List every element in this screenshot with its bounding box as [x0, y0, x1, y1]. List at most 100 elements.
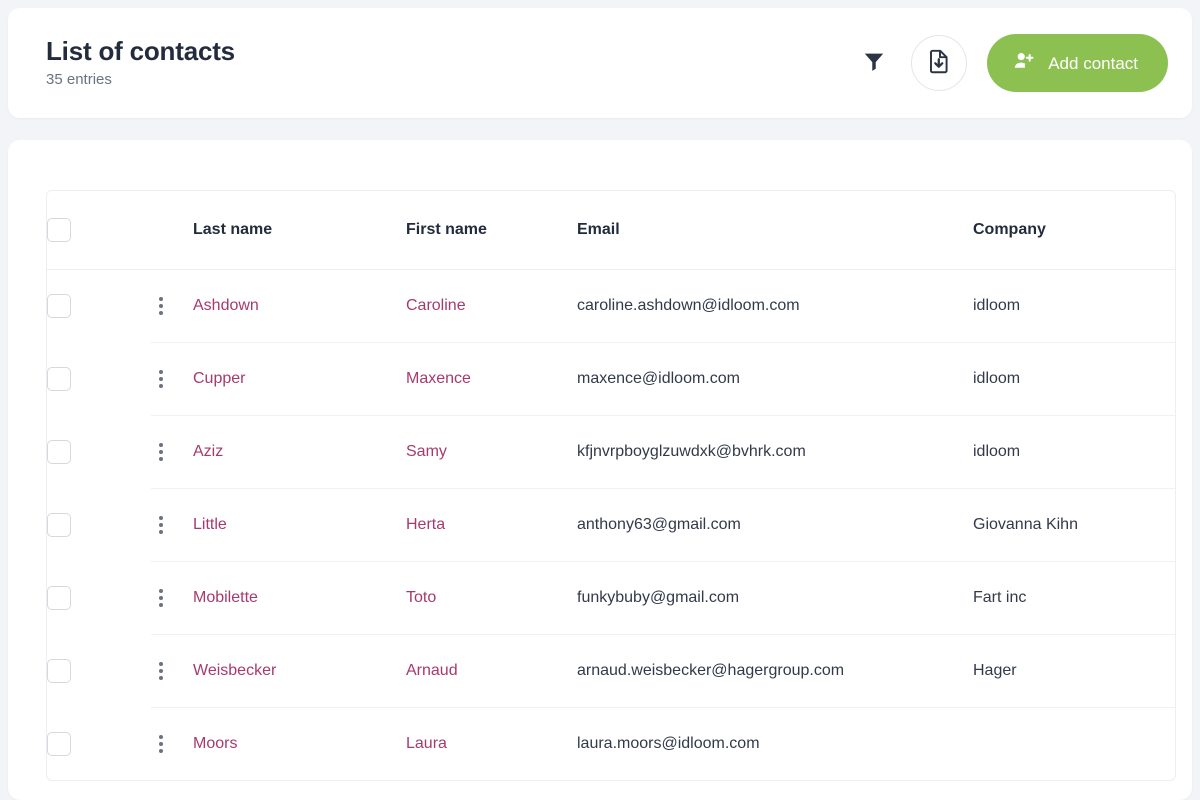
- cell-last-name: Little: [193, 488, 406, 561]
- row-menu-cell: [151, 707, 193, 780]
- row-select-cell: [47, 634, 151, 707]
- row-checkbox[interactable]: [47, 294, 71, 318]
- table-row: Mobilette Toto funkybuby@gmail.com Fart …: [47, 561, 1176, 634]
- row-menu-header: [151, 191, 193, 269]
- row-actions-menu-icon[interactable]: [151, 297, 171, 315]
- row-checkbox[interactable]: [47, 440, 71, 464]
- last-name-link[interactable]: Little: [193, 516, 227, 533]
- cell-company: idloom: [973, 342, 1176, 415]
- page-title: List of contacts: [46, 37, 235, 66]
- cell-last-name: Mobilette: [193, 561, 406, 634]
- table-row: Ashdown Caroline caroline.ashdown@idloom…: [47, 269, 1176, 342]
- row-checkbox[interactable]: [47, 732, 71, 756]
- cell-first-name: Samy: [406, 415, 577, 488]
- cell-email: laura.moors@idloom.com: [577, 707, 973, 780]
- last-name-link[interactable]: Weisbecker: [193, 662, 276, 679]
- row-menu-cell: [151, 561, 193, 634]
- contacts-table-wrapper: Last name First name Email Company Ashdo…: [46, 190, 1176, 781]
- cell-company: Giovanna Kihn: [973, 488, 1176, 561]
- title-block: List of contacts 35 entries: [46, 37, 235, 90]
- row-select-cell: [47, 707, 151, 780]
- first-name-link[interactable]: Caroline: [406, 297, 466, 314]
- cell-first-name: Toto: [406, 561, 577, 634]
- cell-email: anthony63@gmail.com: [577, 488, 973, 561]
- row-actions-menu-icon[interactable]: [151, 589, 171, 607]
- filter-button[interactable]: [857, 46, 891, 80]
- column-header-email[interactable]: Email: [577, 191, 973, 269]
- row-actions-menu-icon[interactable]: [151, 443, 171, 461]
- export-download-button[interactable]: [911, 35, 967, 91]
- cell-first-name: Caroline: [406, 269, 577, 342]
- table-header-row: Last name First name Email Company: [47, 191, 1176, 269]
- row-actions-menu-icon[interactable]: [151, 370, 171, 388]
- cell-last-name: Aziz: [193, 415, 406, 488]
- cell-company: idloom: [973, 415, 1176, 488]
- file-download-icon: [926, 48, 952, 79]
- cell-email: funkybuby@gmail.com: [577, 561, 973, 634]
- cell-company: Fart inc: [973, 561, 1176, 634]
- column-header-first-name[interactable]: First name: [406, 191, 577, 269]
- cell-email: arnaud.weisbecker@hagergroup.com: [577, 634, 973, 707]
- last-name-link[interactable]: Moors: [193, 735, 237, 752]
- column-header-last-name[interactable]: Last name: [193, 191, 406, 269]
- row-checkbox[interactable]: [47, 513, 71, 537]
- first-name-link[interactable]: Laura: [406, 735, 447, 752]
- row-menu-cell: [151, 415, 193, 488]
- cell-last-name: Cupper: [193, 342, 406, 415]
- table-row: Cupper Maxence maxence@idloom.com idloom: [47, 342, 1176, 415]
- table-header: Last name First name Email Company: [47, 191, 1176, 269]
- row-select-cell: [47, 488, 151, 561]
- add-contact-button[interactable]: Add contact: [987, 34, 1168, 92]
- row-actions-menu-icon[interactable]: [151, 516, 171, 534]
- table-row: Moors Laura laura.moors@idloom.com: [47, 707, 1176, 780]
- column-header-company[interactable]: Company: [973, 191, 1176, 269]
- row-checkbox[interactable]: [47, 659, 71, 683]
- row-actions-menu-icon[interactable]: [151, 662, 171, 680]
- row-checkbox[interactable]: [47, 367, 71, 391]
- select-all-header: [47, 191, 151, 269]
- row-checkbox[interactable]: [47, 586, 71, 610]
- last-name-link[interactable]: Mobilette: [193, 589, 258, 606]
- add-contact-label: Add contact: [1048, 55, 1138, 72]
- last-name-link[interactable]: Aziz: [193, 443, 223, 460]
- cell-first-name: Arnaud: [406, 634, 577, 707]
- cell-last-name: Weisbecker: [193, 634, 406, 707]
- last-name-link[interactable]: Ashdown: [193, 297, 259, 314]
- contacts-card: Last name First name Email Company Ashdo…: [8, 140, 1192, 800]
- last-name-link[interactable]: Cupper: [193, 370, 245, 387]
- row-menu-cell: [151, 342, 193, 415]
- page-header-card: List of contacts 35 entries: [8, 8, 1192, 118]
- cell-email: caroline.ashdown@idloom.com: [577, 269, 973, 342]
- first-name-link[interactable]: Samy: [406, 443, 447, 460]
- contacts-table: Last name First name Email Company Ashdo…: [47, 191, 1176, 780]
- row-actions-menu-icon[interactable]: [151, 735, 171, 753]
- first-name-link[interactable]: Arnaud: [406, 662, 458, 679]
- cell-first-name: Laura: [406, 707, 577, 780]
- entries-count: 35 entries: [46, 71, 235, 89]
- cell-email: kfjnvrpboyglzuwdxk@bvhrk.com: [577, 415, 973, 488]
- cell-first-name: Herta: [406, 488, 577, 561]
- first-name-link[interactable]: Maxence: [406, 370, 471, 387]
- cell-company: idloom: [973, 269, 1176, 342]
- row-select-cell: [47, 342, 151, 415]
- row-select-cell: [47, 269, 151, 342]
- person-plus-icon: [1013, 50, 1035, 77]
- cell-first-name: Maxence: [406, 342, 577, 415]
- select-all-checkbox[interactable]: [47, 218, 71, 242]
- cell-company: [973, 707, 1176, 780]
- table-row: Weisbecker Arnaud arnaud.weisbecker@hage…: [47, 634, 1176, 707]
- table-row: Aziz Samy kfjnvrpboyglzuwdxk@bvhrk.com i…: [47, 415, 1176, 488]
- first-name-link[interactable]: Herta: [406, 516, 445, 533]
- cell-company: Hager: [973, 634, 1176, 707]
- cell-last-name: Ashdown: [193, 269, 406, 342]
- row-select-cell: [47, 561, 151, 634]
- row-menu-cell: [151, 269, 193, 342]
- row-select-cell: [47, 415, 151, 488]
- table-body: Ashdown Caroline caroline.ashdown@idloom…: [47, 269, 1176, 780]
- cell-email: maxence@idloom.com: [577, 342, 973, 415]
- first-name-link[interactable]: Toto: [406, 589, 436, 606]
- filter-funnel-icon: [861, 48, 887, 79]
- table-row: Little Herta anthony63@gmail.com Giovann…: [47, 488, 1176, 561]
- row-menu-cell: [151, 634, 193, 707]
- header-actions: Add contact: [857, 34, 1168, 92]
